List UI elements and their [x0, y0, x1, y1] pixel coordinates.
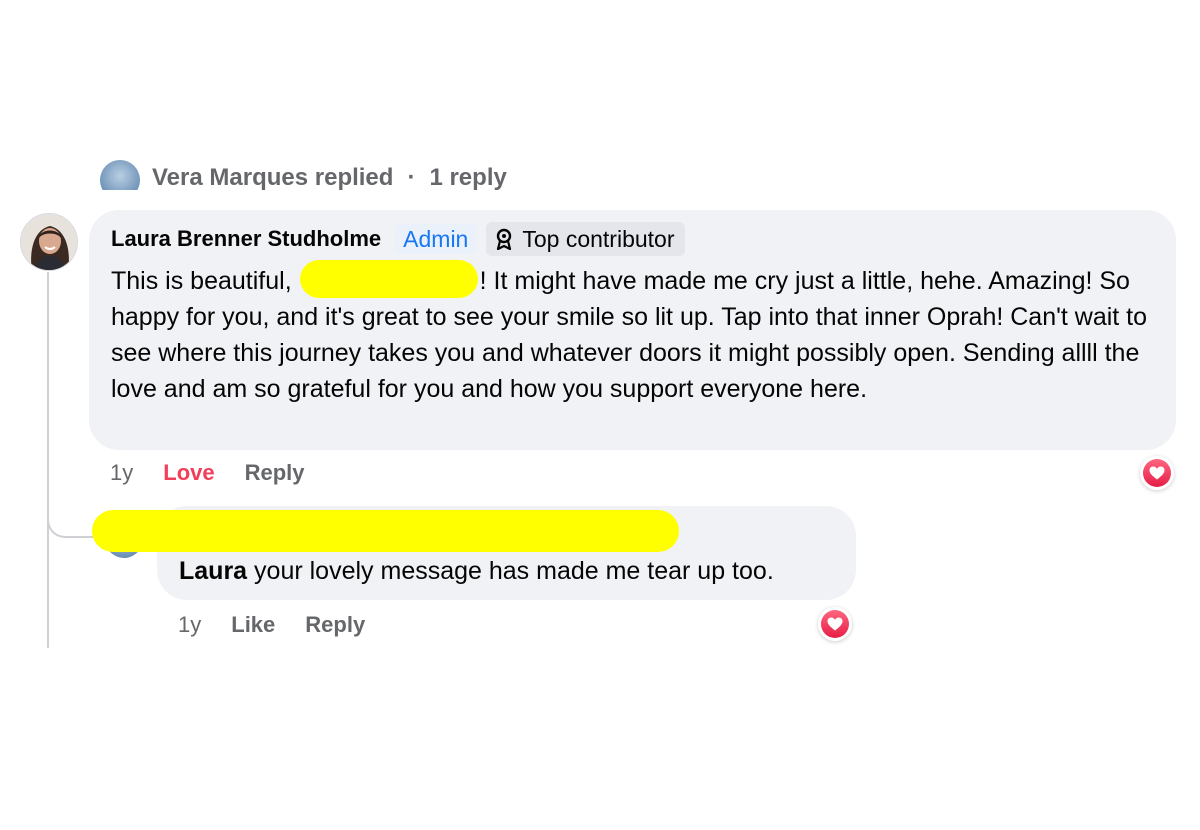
reaction-count[interactable] [818, 607, 852, 641]
reply-body: your lovely message has made me tear up … [254, 557, 774, 585]
heart-icon [1143, 459, 1171, 487]
redaction-mark [92, 510, 679, 552]
award-icon [497, 228, 512, 250]
previous-replies-row[interactable]: Vera Marques replied · 1 reply [0, 150, 1200, 190]
comment-actions: 1y Love Reply [110, 460, 305, 486]
author-name[interactable]: Laura Brenner Studholme [111, 226, 381, 252]
previous-replies-text[interactable]: Vera Marques replied · 1 reply [152, 164, 507, 190]
separator: · [407, 164, 416, 190]
comment-header: Laura Brenner Studholme Admin Top contri… [111, 222, 1156, 256]
love-button[interactable]: Love [163, 460, 214, 486]
reply-count: 1 reply [429, 164, 507, 190]
like-button[interactable]: Like [231, 612, 275, 638]
comment-bubble: Laura Brenner Studholme Admin Top contri… [89, 210, 1176, 450]
timestamp[interactable]: 1y [178, 612, 201, 638]
reply-actions: 1y Like Reply [178, 612, 365, 638]
redaction-mark [299, 260, 478, 298]
top-contributor-badge[interactable]: Top contributor [486, 222, 685, 256]
previous-replies-label: Vera Marques replied [152, 164, 394, 190]
comment-text: This is beautiful,! It might have made m… [111, 260, 1156, 407]
reply-text: Laura your lovely message has made me te… [179, 554, 836, 588]
avatar-photo [21, 214, 77, 270]
reply-button[interactable]: Reply [245, 460, 305, 486]
reply-button[interactable]: Reply [305, 612, 365, 638]
timestamp[interactable]: 1y [110, 460, 133, 486]
reaction-count[interactable] [1140, 456, 1174, 490]
heart-icon [821, 610, 849, 638]
top-contributor-label: Top contributor [522, 226, 675, 252]
thread-line [47, 272, 49, 648]
avatar[interactable] [100, 160, 140, 190]
avatar[interactable] [20, 213, 78, 271]
mention-link[interactable]: Laura [179, 557, 247, 585]
comment-text-start: This is beautiful, [111, 267, 292, 295]
admin-badge[interactable]: Admin [395, 224, 477, 254]
